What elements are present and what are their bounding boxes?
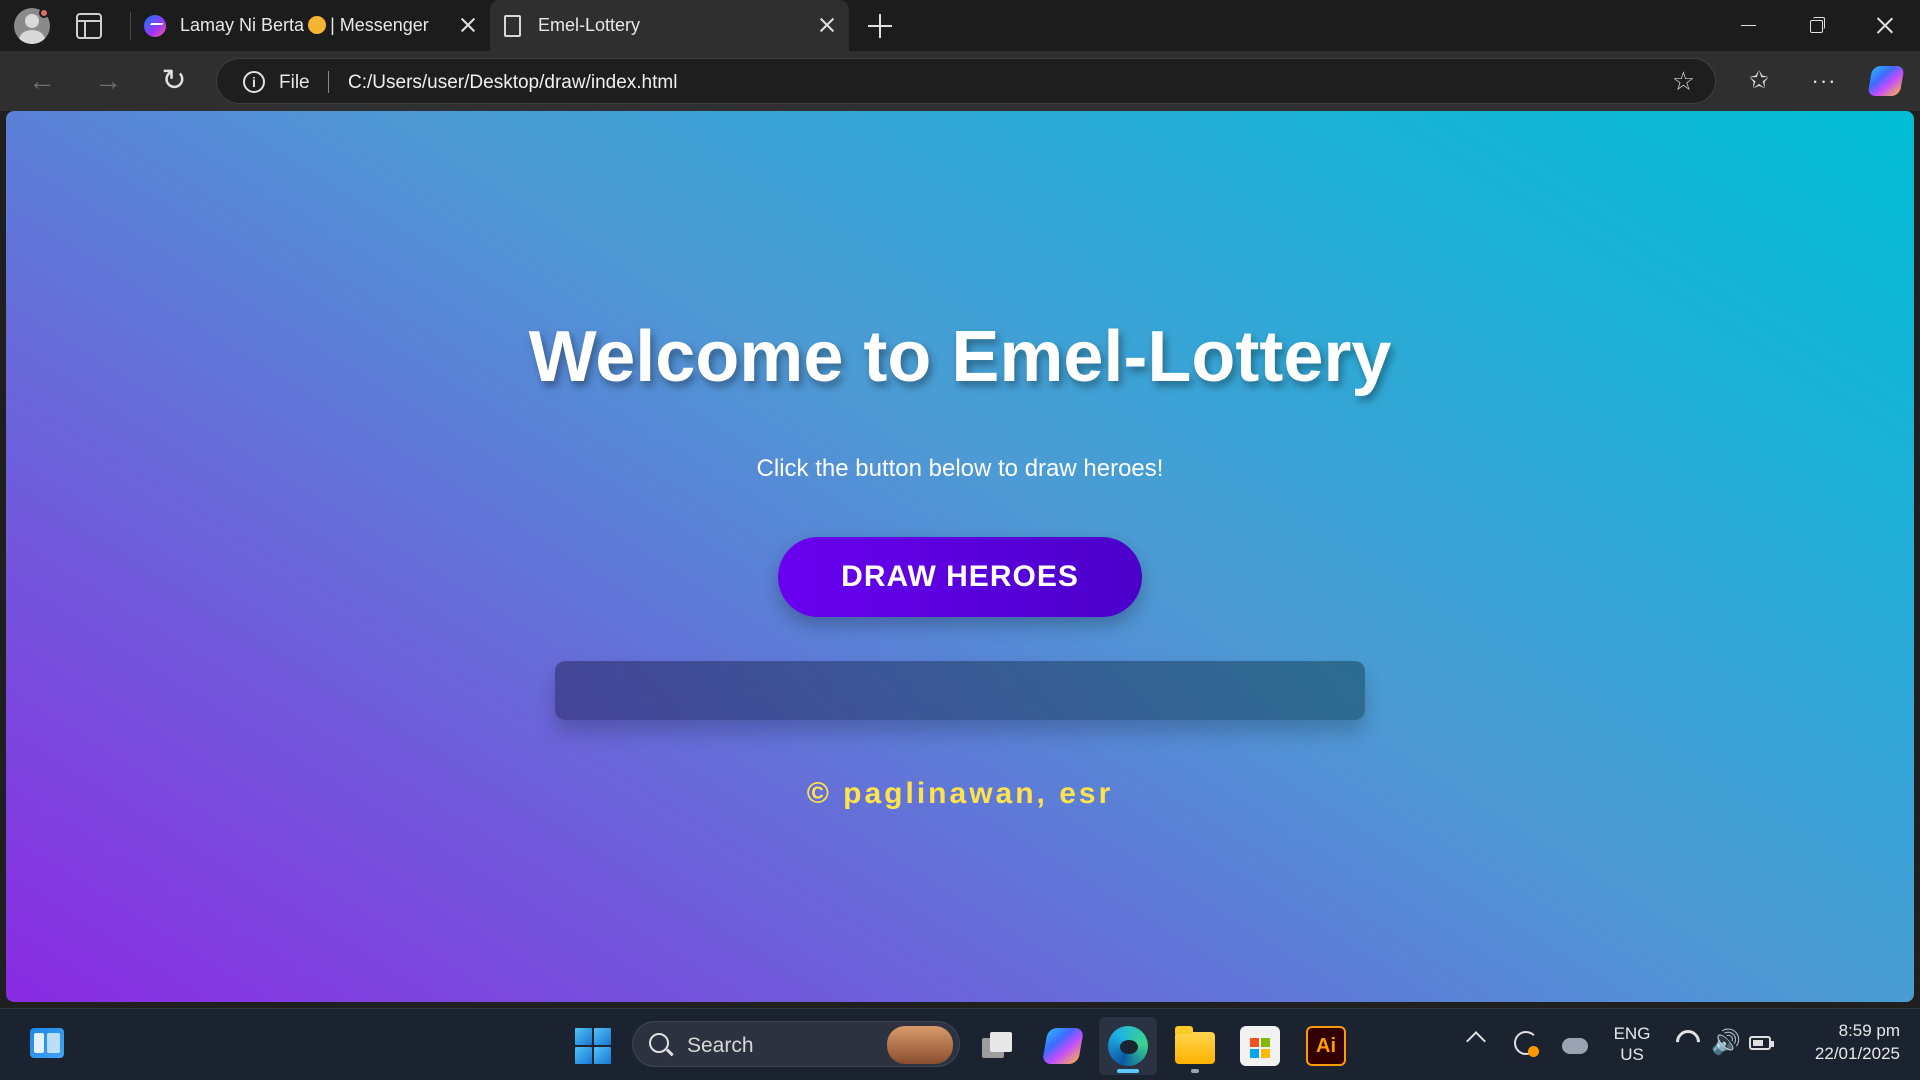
store-icon[interactable] bbox=[1240, 1026, 1280, 1066]
address-scheme: File bbox=[279, 72, 310, 93]
tab-title: Emel-Lottery bbox=[538, 15, 641, 35]
info-icon[interactable]: i bbox=[243, 71, 265, 93]
more-icon[interactable]: ··· bbox=[1807, 64, 1841, 98]
sync-badge bbox=[1528, 1046, 1539, 1057]
language-indicator[interactable]: ENG US bbox=[1612, 1023, 1652, 1065]
active-app-indicator bbox=[1117, 1069, 1139, 1073]
smile-emoji-icon bbox=[308, 16, 327, 34]
battery-icon[interactable] bbox=[1749, 1036, 1774, 1050]
new-tab-icon[interactable] bbox=[866, 12, 894, 40]
tab-title: Lamay Ni Berta | Messenger bbox=[180, 15, 429, 35]
credit-text: © paglinawan, esr bbox=[806, 777, 1114, 810]
volume-icon[interactable]: 🔊 bbox=[1711, 1028, 1741, 1058]
illustrator-icon[interactable]: Ai bbox=[1306, 1026, 1346, 1066]
search-label: Search bbox=[687, 1034, 754, 1057]
start-icon[interactable] bbox=[575, 1028, 611, 1064]
favorites-icon[interactable]: ✩ bbox=[1742, 64, 1776, 98]
tab-actions-icon[interactable] bbox=[76, 13, 102, 39]
tab-divider bbox=[130, 12, 131, 40]
copilot-icon[interactable] bbox=[1867, 66, 1905, 96]
result-panel bbox=[555, 661, 1365, 720]
messenger-icon bbox=[144, 15, 166, 37]
task-view-icon[interactable] bbox=[978, 1026, 1018, 1066]
onedrive-icon[interactable] bbox=[1562, 1038, 1588, 1054]
address-url[interactable]: C:/Users/user/Desktop/draw/index.html bbox=[348, 72, 677, 94]
address-bar[interactable]: i File C:/Users/user/Desktop/draw/index.… bbox=[216, 58, 1716, 104]
copilot-app-icon[interactable] bbox=[1041, 1028, 1085, 1064]
running-app-indicator bbox=[1191, 1069, 1199, 1073]
widgets-icon[interactable] bbox=[30, 1028, 64, 1058]
address-divider bbox=[328, 71, 329, 93]
back-icon[interactable]: ← bbox=[25, 64, 59, 98]
draw-heroes-button[interactable]: DRAW HEROES bbox=[778, 537, 1142, 617]
notification-dot bbox=[39, 8, 49, 18]
favorite-star-icon[interactable]: ☆ bbox=[1672, 68, 1695, 94]
close-tab-icon[interactable] bbox=[456, 13, 480, 37]
page-viewport: Welcome to Emel-Lottery Click the button… bbox=[6, 111, 1914, 1002]
edge-icon[interactable] bbox=[1108, 1026, 1148, 1066]
tab-messenger[interactable]: Lamay Ni Berta | Messenger bbox=[132, 0, 490, 51]
page-icon bbox=[504, 15, 521, 37]
page-subtitle: Click the button below to draw heroes! bbox=[756, 455, 1164, 482]
search-icon bbox=[649, 1033, 669, 1053]
clock[interactable]: 8:59 pm 22/01/2025 bbox=[1780, 1019, 1900, 1065]
close-window-icon[interactable] bbox=[1850, 0, 1918, 51]
restore-icon[interactable] bbox=[1782, 0, 1850, 51]
search-highlight-image[interactable] bbox=[887, 1026, 953, 1064]
file-explorer-icon[interactable] bbox=[1175, 1026, 1215, 1064]
taskbar-search[interactable]: Search bbox=[632, 1021, 960, 1067]
tab-emel-lottery[interactable]: Emel-Lottery bbox=[490, 0, 849, 51]
reload-icon[interactable]: ↻ bbox=[157, 64, 191, 98]
page-title: Welcome to Emel-Lottery bbox=[528, 317, 1392, 397]
forward-icon[interactable]: → bbox=[91, 64, 125, 98]
close-tab-icon[interactable] bbox=[815, 13, 839, 37]
minimize-icon[interactable] bbox=[1714, 0, 1782, 51]
